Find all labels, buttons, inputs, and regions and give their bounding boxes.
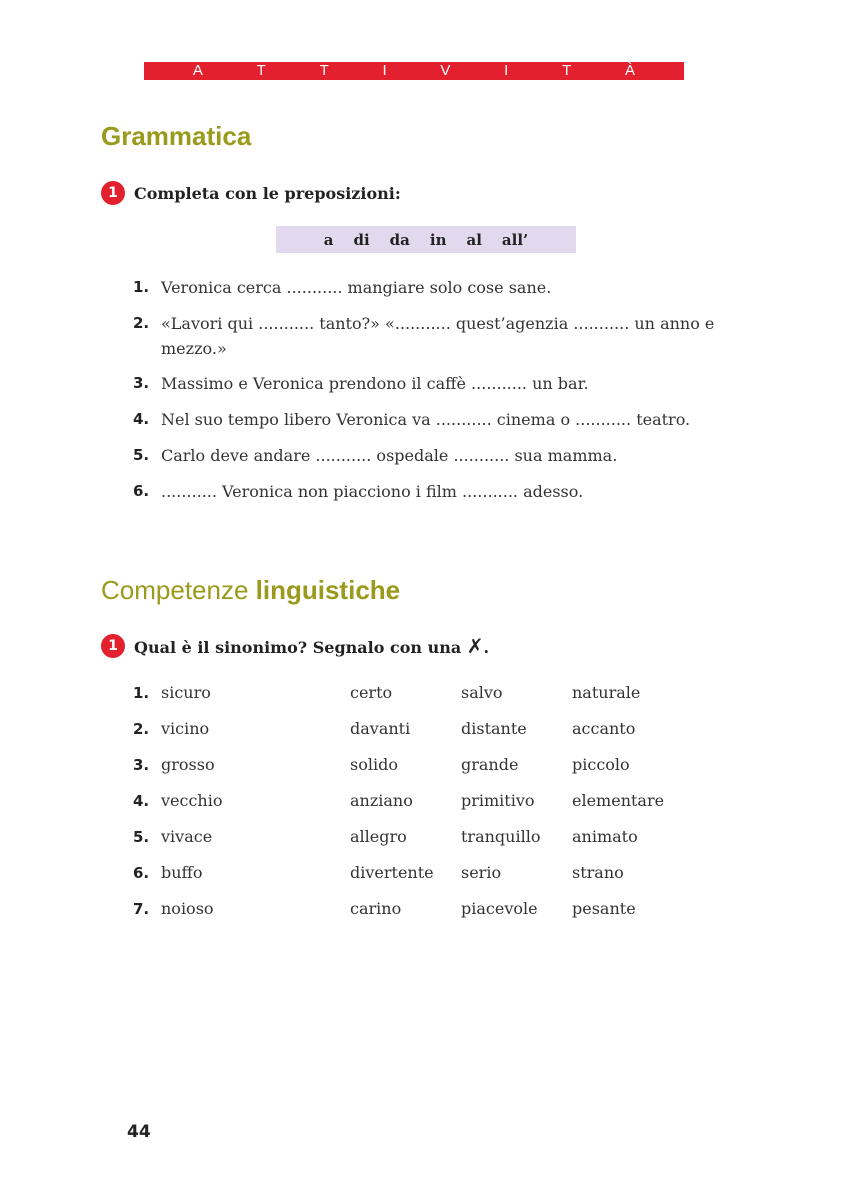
word-option: di [353, 230, 370, 249]
synonym-row: 4. vecchio anziano primitivo elementare [133, 789, 753, 813]
banner-letter: T [319, 62, 329, 79]
row-word: vivace [161, 827, 213, 846]
attivita-banner: A T T I V I T À [144, 62, 684, 80]
row-word: vecchio [161, 791, 223, 810]
section-title-light: Competenze [101, 575, 249, 605]
exercise-instruction: Qual è il sinonimo? Segnalo con una ✗. [134, 634, 489, 658]
banner-letter: À [625, 62, 636, 79]
exercise-header: 1 Qual è il sinonimo? Segnalo con una ✗. [101, 634, 489, 658]
item-number: 1. [133, 278, 150, 296]
option-1[interactable]: divertente [350, 861, 434, 885]
section-title-bold: linguistiche [255, 575, 401, 605]
row-word: sicuro [161, 683, 211, 702]
option-1[interactable]: carino [350, 897, 401, 921]
exercise-instruction: Completa con le preposizioni: [134, 183, 401, 203]
item-text: ........... Veronica non piacciono i fil… [161, 482, 584, 501]
row-number: 3. [133, 756, 150, 774]
option-1[interactable]: anziano [350, 789, 413, 813]
row-number: 7. [133, 900, 150, 918]
option-1[interactable]: davanti [350, 717, 410, 741]
word-option: al [466, 230, 482, 249]
option-2[interactable]: grande [461, 753, 518, 777]
banner-letter: A [192, 62, 203, 79]
item-text: Nel suo tempo libero Veronica va .......… [161, 410, 691, 429]
banner-letter: T [256, 62, 266, 79]
section-title-grammatica: Grammatica [101, 121, 252, 151]
row-word: grosso [161, 755, 215, 774]
option-2[interactable]: serio [461, 861, 501, 885]
word-option: all’ [501, 230, 529, 249]
page-number: 44 [127, 1122, 151, 1142]
option-3[interactable]: accanto [572, 717, 635, 741]
item-number: 2. [133, 314, 150, 332]
exercise-item: 2. «Lavori qui ........... tanto?» «....… [133, 311, 733, 361]
row-word: buffo [161, 863, 203, 882]
item-text: Massimo e Veronica prendono il caffè ...… [161, 374, 589, 393]
row-word: vicino [161, 719, 210, 738]
synonym-row: 6. buffo divertente serio strano [133, 861, 753, 885]
row-word: noioso [161, 899, 214, 918]
section-title-competenze: Competenze linguistiche [101, 575, 400, 605]
item-text: Veronica cerca ........... mangiare solo… [161, 278, 552, 297]
instruction-period: . [483, 638, 490, 657]
synonym-row: 7. noioso carino piacevole pesante [133, 897, 753, 921]
option-2[interactable]: salvo [461, 681, 503, 705]
option-3[interactable]: piccolo [572, 753, 630, 777]
synonym-row: 5. vivace allegro tranquillo animato [133, 825, 753, 849]
item-text: «Lavori qui ........... tanto?» «.......… [161, 314, 715, 358]
option-3[interactable]: animato [572, 825, 638, 849]
option-3[interactable]: elementare [572, 789, 664, 813]
item-number: 4. [133, 410, 150, 428]
row-number: 6. [133, 864, 150, 882]
option-3[interactable]: strano [572, 861, 624, 885]
option-1[interactable]: allegro [350, 825, 407, 849]
option-1[interactable]: solido [350, 753, 398, 777]
exercise-number-badge: 1 [101, 181, 125, 205]
exercise-item: 4. Nel suo tempo libero Veronica va ....… [133, 407, 733, 432]
word-option: in [429, 230, 447, 249]
item-number: 5. [133, 446, 150, 464]
exercise-number-badge: 1 [101, 634, 125, 658]
synonym-row: 3. grosso solido grande piccolo [133, 753, 753, 777]
option-3[interactable]: naturale [572, 681, 640, 705]
exercise-header: 1 Completa con le preposizioni: [101, 181, 401, 205]
row-number: 5. [133, 828, 150, 846]
word-option: a [323, 230, 334, 249]
option-3[interactable]: pesante [572, 897, 636, 921]
instruction-text: Qual è il sinonimo? Segnalo con una [134, 638, 462, 657]
option-1[interactable]: certo [350, 681, 392, 705]
item-number: 6. [133, 482, 150, 500]
item-number: 3. [133, 374, 150, 392]
option-2[interactable]: distante [461, 717, 527, 741]
row-number: 2. [133, 720, 150, 738]
preposition-word-box: a di da in al all’ [276, 226, 576, 253]
exercise-item: 5. Carlo deve andare ........... ospedal… [133, 443, 733, 468]
exercise-item: 6. ........... Veronica non piacciono i … [133, 479, 733, 504]
x-mark-icon: ✗ [466, 634, 484, 658]
row-number: 1. [133, 684, 150, 702]
exercise-item: 1. Veronica cerca ........... mangiare s… [133, 275, 733, 300]
banner-letter: T [562, 62, 572, 79]
option-2[interactable]: piacevole [461, 897, 538, 921]
word-option: da [389, 230, 410, 249]
option-2[interactable]: tranquillo [461, 825, 540, 849]
item-text: Carlo deve andare ........... ospedale .… [161, 446, 618, 465]
exercise-item: 3. Massimo e Veronica prendono il caffè … [133, 371, 733, 396]
option-2[interactable]: primitivo [461, 789, 535, 813]
synonym-row: 2. vicino davanti distante accanto [133, 717, 753, 741]
banner-letter: V [440, 62, 451, 79]
banner-letter: I [382, 62, 387, 79]
synonym-row: 1. sicuro certo salvo naturale [133, 681, 753, 705]
row-number: 4. [133, 792, 150, 810]
banner-letter: I [504, 62, 509, 79]
